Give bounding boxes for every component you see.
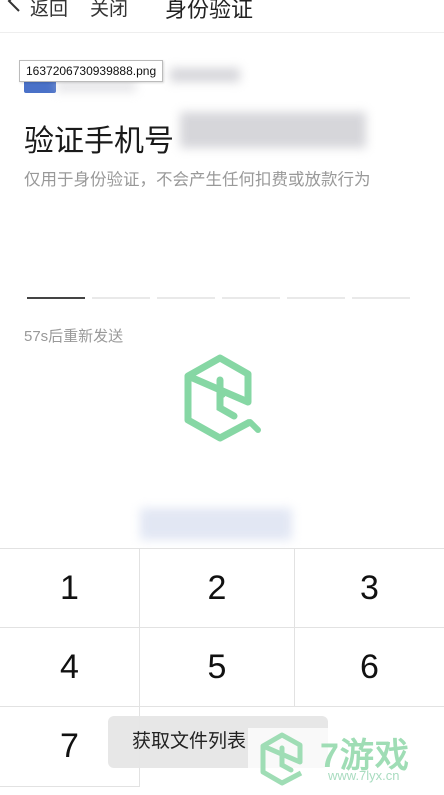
top-bar: 返回 关闭 身份验证 bbox=[0, 0, 444, 33]
code-slot[interactable] bbox=[157, 297, 215, 299]
watermark-logo-icon bbox=[184, 354, 261, 442]
blurred-region bbox=[170, 68, 240, 82]
code-slot[interactable] bbox=[92, 297, 150, 299]
corner-watermark: 7游戏 www.7lyx.cn bbox=[248, 728, 444, 794]
blurred-region bbox=[140, 508, 292, 540]
chevron-left-icon[interactable] bbox=[6, 0, 22, 12]
blurred-phone-number bbox=[180, 112, 366, 148]
back-button[interactable]: 返回 bbox=[30, 0, 68, 21]
code-slot[interactable] bbox=[287, 297, 345, 299]
key-3[interactable]: 3 bbox=[295, 549, 444, 628]
resend-countdown: 57s后重新发送 bbox=[24, 328, 124, 345]
code-slot[interactable] bbox=[352, 297, 410, 299]
verify-subtitle: 仅用于身份验证，不会产生任何扣费或放款行为 bbox=[24, 171, 371, 189]
code-slot[interactable] bbox=[27, 297, 85, 299]
watermark-logo-icon bbox=[260, 732, 303, 786]
verify-phone-title: 验证手机号 bbox=[24, 125, 174, 158]
watermark-url: www.7lyx.cn bbox=[328, 768, 400, 783]
key-5[interactable]: 5 bbox=[140, 628, 295, 707]
key-6[interactable]: 6 bbox=[295, 628, 444, 707]
file-name-tooltip: 1637206730939888.png bbox=[19, 60, 164, 82]
page-title: 身份验证 bbox=[165, 0, 254, 22]
code-slot[interactable] bbox=[222, 297, 280, 299]
close-button[interactable]: 关闭 bbox=[90, 0, 128, 21]
key-2[interactable]: 2 bbox=[140, 549, 295, 628]
key-4[interactable]: 4 bbox=[0, 628, 140, 707]
key-1[interactable]: 1 bbox=[0, 549, 140, 628]
